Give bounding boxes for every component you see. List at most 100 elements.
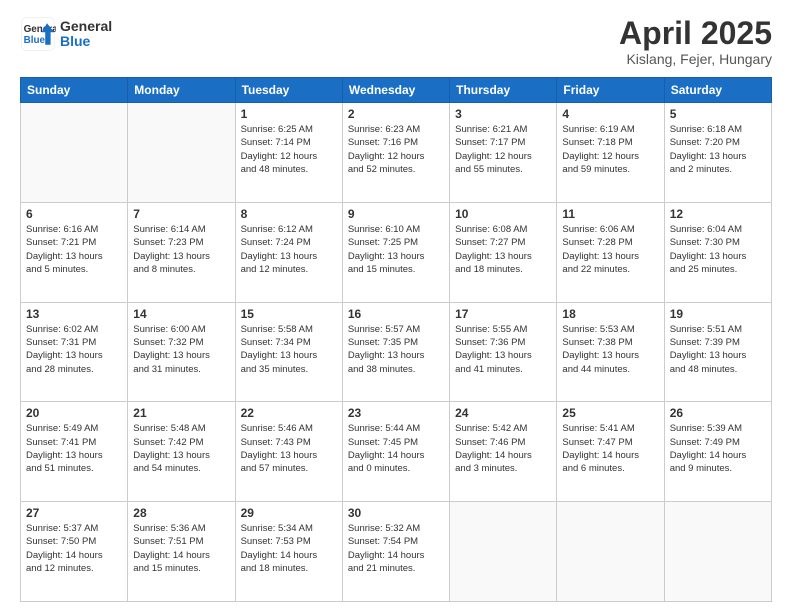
day-info: Sunrise: 5:58 AM Sunset: 7:34 PM Dayligh… — [241, 323, 337, 376]
day-info: Sunrise: 6:14 AM Sunset: 7:23 PM Dayligh… — [133, 223, 229, 276]
day-info: Sunrise: 6:25 AM Sunset: 7:14 PM Dayligh… — [241, 123, 337, 176]
calendar-cell: 25 Sunrise: 5:41 AM Sunset: 7:47 PM Dayli… — [557, 402, 664, 502]
weekday-header: Saturday — [664, 78, 771, 103]
calendar-cell — [557, 502, 664, 602]
weekday-header: Wednesday — [342, 78, 449, 103]
day-number: 26 — [670, 406, 766, 420]
day-info: Sunrise: 6:06 AM Sunset: 7:28 PM Dayligh… — [562, 223, 658, 276]
day-info: Sunrise: 6:04 AM Sunset: 7:30 PM Dayligh… — [670, 223, 766, 276]
calendar-cell: 12 Sunrise: 6:04 AM Sunset: 7:30 PM Dayli… — [664, 202, 771, 302]
calendar-cell: 27Sunrise: 5:37 AM Sunset: 7:50 PM Dayli… — [21, 502, 128, 602]
day-info: Sunrise: 6:23 AM Sunset: 7:16 PM Dayligh… — [348, 123, 444, 176]
calendar-cell: 7 Sunrise: 6:14 AM Sunset: 7:23 PM Daylig… — [128, 202, 235, 302]
weekday-header: Sunday — [21, 78, 128, 103]
day-info: Sunrise: 5:48 AM Sunset: 7:42 PM Dayligh… — [133, 422, 229, 475]
calendar-cell: 4 Sunrise: 6:19 AM Sunset: 7:18 PM Daylig… — [557, 103, 664, 203]
day-info: Sunrise: 5:32 AM Sunset: 7:54 PM Dayligh… — [348, 522, 444, 575]
subtitle: Kislang, Fejer, Hungary — [619, 51, 772, 67]
day-info: Sunrise: 6:10 AM Sunset: 7:25 PM Dayligh… — [348, 223, 444, 276]
day-number: 19 — [670, 307, 766, 321]
svg-text:Blue: Blue — [24, 35, 46, 46]
day-info: Sunrise: 5:46 AM Sunset: 7:43 PM Dayligh… — [241, 422, 337, 475]
calendar-week-row: 1 Sunrise: 6:25 AM Sunset: 7:14 PM Daylig… — [21, 103, 772, 203]
calendar-cell: 16 Sunrise: 5:57 AM Sunset: 7:35 PM Dayli… — [342, 302, 449, 402]
day-info: Sunrise: 5:39 AM Sunset: 7:49 PM Dayligh… — [670, 422, 766, 475]
calendar-cell: 17Sunrise: 5:55 AM Sunset: 7:36 PM Dayli… — [450, 302, 557, 402]
day-number: 12 — [670, 207, 766, 221]
calendar-cell: 14 Sunrise: 6:00 AM Sunset: 7:32 PM Dayli… — [128, 302, 235, 402]
day-number: 11 — [562, 207, 658, 221]
logo-blue: Blue — [60, 34, 112, 49]
day-number: 25 — [562, 406, 658, 420]
calendar-cell — [450, 502, 557, 602]
calendar-cell: 22Sunrise: 5:46 AM Sunset: 7:43 PM Dayli… — [235, 402, 342, 502]
calendar-week-row: 13 Sunrise: 6:02 AM Sunset: 7:31 PM Dayli… — [21, 302, 772, 402]
day-info: Sunrise: 5:49 AM Sunset: 7:41 PM Dayligh… — [26, 422, 122, 475]
day-info: Sunrise: 5:53 AM Sunset: 7:38 PM Dayligh… — [562, 323, 658, 376]
day-number: 16 — [348, 307, 444, 321]
calendar-cell: 1 Sunrise: 6:25 AM Sunset: 7:14 PM Daylig… — [235, 103, 342, 203]
day-info: Sunrise: 5:34 AM Sunset: 7:53 PM Dayligh… — [241, 522, 337, 575]
day-info: Sunrise: 5:41 AM Sunset: 7:47 PM Dayligh… — [562, 422, 658, 475]
day-number: 15 — [241, 307, 337, 321]
day-number: 4 — [562, 107, 658, 121]
day-number: 21 — [133, 406, 229, 420]
day-info: Sunrise: 5:42 AM Sunset: 7:46 PM Dayligh… — [455, 422, 551, 475]
day-number: 1 — [241, 107, 337, 121]
calendar-cell — [664, 502, 771, 602]
day-info: Sunrise: 5:57 AM Sunset: 7:35 PM Dayligh… — [348, 323, 444, 376]
calendar-cell: 23 Sunrise: 5:44 AM Sunset: 7:45 PM Dayli… — [342, 402, 449, 502]
calendar-cell — [21, 103, 128, 203]
day-info: Sunrise: 5:37 AM Sunset: 7:50 PM Dayligh… — [26, 522, 122, 575]
logo-general: General — [60, 19, 112, 34]
weekday-header: Friday — [557, 78, 664, 103]
day-info: Sunrise: 6:19 AM Sunset: 7:18 PM Dayligh… — [562, 123, 658, 176]
day-info: Sunrise: 5:44 AM Sunset: 7:45 PM Dayligh… — [348, 422, 444, 475]
calendar-cell: 9 Sunrise: 6:10 AM Sunset: 7:25 PM Daylig… — [342, 202, 449, 302]
calendar-cell: 8Sunrise: 6:12 AM Sunset: 7:24 PM Daylig… — [235, 202, 342, 302]
weekday-header: Thursday — [450, 78, 557, 103]
day-info: Sunrise: 6:02 AM Sunset: 7:31 PM Dayligh… — [26, 323, 122, 376]
calendar-week-row: 20 Sunrise: 5:49 AM Sunset: 7:41 PM Dayli… — [21, 402, 772, 502]
day-number: 28 — [133, 506, 229, 520]
page: General Blue General Blue April 2025 Kis… — [0, 0, 792, 612]
day-info: Sunrise: 5:51 AM Sunset: 7:39 PM Dayligh… — [670, 323, 766, 376]
calendar-cell: 15 Sunrise: 5:58 AM Sunset: 7:34 PM Dayli… — [235, 302, 342, 402]
calendar-cell: 29 Sunrise: 5:34 AM Sunset: 7:53 PM Dayli… — [235, 502, 342, 602]
weekday-header: Monday — [128, 78, 235, 103]
day-info: Sunrise: 6:21 AM Sunset: 7:17 PM Dayligh… — [455, 123, 551, 176]
day-info: Sunrise: 6:00 AM Sunset: 7:32 PM Dayligh… — [133, 323, 229, 376]
day-number: 3 — [455, 107, 551, 121]
day-number: 13 — [26, 307, 122, 321]
day-number: 17 — [455, 307, 551, 321]
weekday-header: Tuesday — [235, 78, 342, 103]
day-number: 7 — [133, 207, 229, 221]
day-number: 24 — [455, 406, 551, 420]
calendar-cell: 13 Sunrise: 6:02 AM Sunset: 7:31 PM Dayli… — [21, 302, 128, 402]
day-number: 23 — [348, 406, 444, 420]
calendar-cell: 10Sunrise: 6:08 AM Sunset: 7:27 PM Dayli… — [450, 202, 557, 302]
day-number: 30 — [348, 506, 444, 520]
calendar-cell: 2 Sunrise: 6:23 AM Sunset: 7:16 PM Daylig… — [342, 103, 449, 203]
day-info: Sunrise: 6:08 AM Sunset: 7:27 PM Dayligh… — [455, 223, 551, 276]
day-number: 5 — [670, 107, 766, 121]
calendar-cell: 18 Sunrise: 5:53 AM Sunset: 7:38 PM Dayli… — [557, 302, 664, 402]
day-number: 29 — [241, 506, 337, 520]
calendar-cell: 21 Sunrise: 5:48 AM Sunset: 7:42 PM Dayli… — [128, 402, 235, 502]
day-number: 6 — [26, 207, 122, 221]
day-info: Sunrise: 6:18 AM Sunset: 7:20 PM Dayligh… — [670, 123, 766, 176]
calendar-cell: 28 Sunrise: 5:36 AM Sunset: 7:51 PM Dayli… — [128, 502, 235, 602]
header: General Blue General Blue April 2025 Kis… — [20, 16, 772, 67]
day-number: 18 — [562, 307, 658, 321]
day-number: 14 — [133, 307, 229, 321]
weekday-header-row: SundayMondayTuesdayWednesdayThursdayFrid… — [21, 78, 772, 103]
day-info: Sunrise: 5:36 AM Sunset: 7:51 PM Dayligh… — [133, 522, 229, 575]
calendar-cell — [128, 103, 235, 203]
calendar-cell: 20 Sunrise: 5:49 AM Sunset: 7:41 PM Dayli… — [21, 402, 128, 502]
day-number: 20 — [26, 406, 122, 420]
logo-icon: General Blue — [20, 16, 56, 52]
day-number: 2 — [348, 107, 444, 121]
day-number: 9 — [348, 207, 444, 221]
main-title: April 2025 — [619, 16, 772, 51]
day-info: Sunrise: 6:12 AM Sunset: 7:24 PM Dayligh… — [241, 223, 337, 276]
